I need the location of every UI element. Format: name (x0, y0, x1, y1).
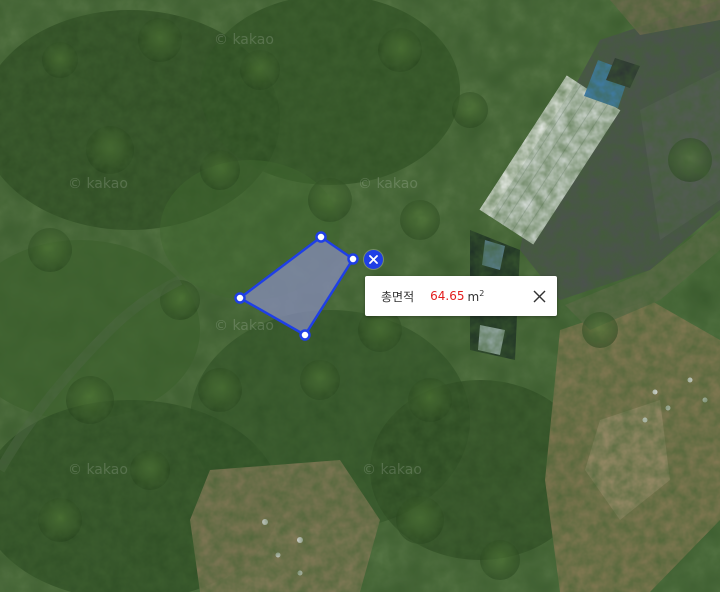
delete-measurement-button[interactable] (364, 250, 383, 269)
polygon-vertex[interactable] (234, 292, 246, 304)
area-unit: m2 (467, 289, 484, 304)
close-tooltip-button[interactable] (530, 287, 548, 305)
delete-icon (369, 255, 378, 264)
polygon-vertex[interactable] (315, 231, 327, 243)
polygon-vertex[interactable] (347, 253, 359, 265)
satellite-imagery (0, 0, 720, 592)
area-result-tooltip: 총면적 64.65 m2 (365, 276, 557, 316)
satellite-map[interactable]: © kakao © kakao © kakao © kakao © kakao … (0, 0, 720, 592)
polygon-vertex[interactable] (299, 329, 311, 341)
close-icon (533, 290, 545, 302)
area-unit-exponent: 2 (479, 288, 485, 298)
area-unit-base: m (467, 289, 480, 304)
total-area-value: 64.65 (430, 289, 465, 303)
total-area-label: 총면적 (381, 289, 415, 304)
